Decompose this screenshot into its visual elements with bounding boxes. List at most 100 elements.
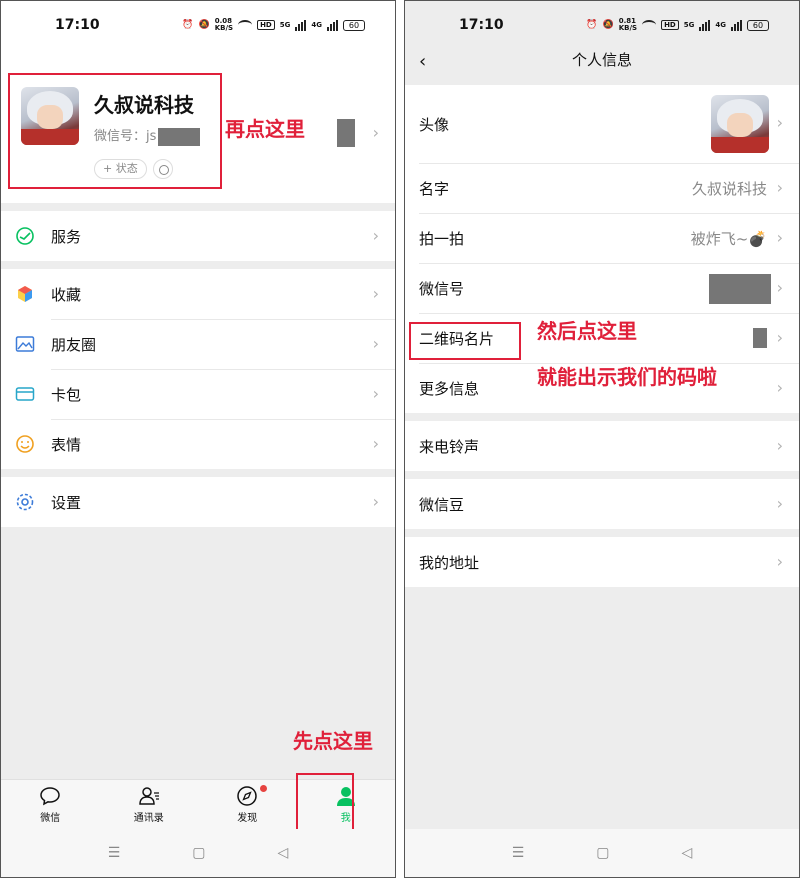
info-row-pat[interactable]: 拍一拍 被炸飞~💣 › (405, 213, 799, 263)
chevron-right-icon: › (776, 178, 783, 197)
menu-item-favorites[interactable]: 收藏 › (1, 269, 395, 319)
row-label: 微信豆 (419, 495, 465, 514)
chat-icon (39, 785, 61, 807)
row-label: 更多信息 (419, 379, 480, 398)
row-label: 我的地址 (419, 553, 480, 572)
menu-item-stickers[interactable]: 表情 › (1, 419, 395, 469)
row-label: 来电铃声 (419, 437, 480, 456)
annotation-line1: 然后点这里 (537, 319, 637, 343)
row-value: 被炸飞~💣 (690, 229, 767, 248)
chevron-right-icon: › (776, 278, 783, 297)
redaction-mask (337, 119, 355, 147)
tab-contacts[interactable]: 通讯录 (100, 780, 199, 829)
chevron-right-icon: › (776, 113, 783, 132)
settings-icon (15, 492, 35, 512)
row-value: 久叔说科技 (691, 179, 767, 198)
tab-label: 通讯录 (133, 813, 164, 824)
signal-4g-label: 4G (715, 20, 726, 29)
wifi-icon (642, 20, 657, 30)
info-group-ringtone: 来电铃声 › (405, 421, 799, 471)
menu-icon[interactable]: ☰ (512, 845, 525, 861)
signal-icon (699, 19, 711, 31)
back-arrow-icon[interactable]: ‹ (419, 51, 426, 72)
signal-icon (295, 19, 307, 31)
menu-label: 卡包 (51, 385, 82, 404)
status-icons: ⏰ 🔕 0.08 KB/S HD 5G 4G 60 (182, 18, 365, 32)
hd-icon: HD (257, 20, 275, 30)
battery-icon: 60 (343, 19, 365, 31)
notification-dot (259, 785, 267, 792)
annotation-step1: 先点这里 (293, 729, 373, 753)
favorites-icon (15, 284, 35, 304)
chevron-right-icon: › (776, 494, 783, 513)
service-icon (15, 226, 35, 246)
alarm-icon: ⏰ (182, 20, 194, 30)
status-time: 17:10 (55, 17, 100, 33)
chevron-right-icon: › (776, 552, 783, 571)
home-icon[interactable]: ▢ (596, 845, 609, 861)
menu-icon[interactable]: ☰ (108, 845, 121, 861)
menu-label: 设置 (51, 493, 82, 512)
status-icons: ⏰ 🔕 0.81 KB/S HD 5G 4G 60 (586, 18, 769, 32)
menu-group-service: 服务 › (1, 211, 395, 261)
tab-discover[interactable]: 发现 (198, 780, 297, 829)
tab-chats[interactable]: 微信 (1, 780, 100, 829)
chevron-right-icon: › (776, 436, 783, 455)
redaction-mask (709, 274, 771, 304)
moments-icon (15, 334, 35, 354)
profile-header[interactable]: 久叔说科技 微信号：js + 状态 › 再点这里 (1, 49, 395, 203)
hd-icon: HD (661, 20, 679, 30)
signal-icon (731, 19, 742, 31)
info-group-address: 我的地址 › (405, 537, 799, 587)
status-bar: 17:10 ⏰ 🔕 0.08 KB/S HD 5G 4G 60 (1, 1, 395, 49)
menu-item-service[interactable]: 服务 › (1, 211, 395, 261)
menu-group-main: 收藏 › 朋友圈 › 卡包 › 表情 › (1, 269, 395, 469)
network-speed: 0.08 KB/S (214, 17, 234, 32)
menu-item-settings[interactable]: 设置 › (1, 477, 395, 527)
left-phone-screen: 17:10 ⏰ 🔕 0.08 KB/S HD 5G 4G 60 久叔说科技 微信号… (0, 0, 396, 878)
info-row-ringtone[interactable]: 来电铃声 › (405, 421, 799, 471)
info-row-beans[interactable]: 微信豆 › (405, 479, 799, 529)
sticker-icon (15, 434, 35, 454)
network-speed: 0.81 KB/S (618, 17, 638, 32)
menu-item-card-wallet[interactable]: 卡包 › (1, 369, 395, 419)
mute-icon: 🔕 (198, 20, 210, 30)
bottom-tab-bar: 微信 通讯录 发现 我 (1, 773, 396, 839)
contacts-icon (138, 785, 160, 807)
back-triangle-icon[interactable]: ◁ (278, 845, 289, 861)
status-time: 17:10 (459, 17, 504, 33)
menu-group-settings: 设置 › (1, 477, 395, 527)
mute-icon: 🔕 (602, 20, 614, 30)
chevron-right-icon: › (372, 123, 379, 142)
info-group-beans: 微信豆 › (405, 479, 799, 529)
info-row-name[interactable]: 名字 久叔说科技 › (405, 163, 799, 213)
signal-icon (327, 19, 338, 31)
row-label: 拍一拍 (419, 229, 465, 248)
row-label: 名字 (419, 179, 450, 198)
alarm-icon: ⏰ (586, 20, 598, 30)
chevron-right-icon: › (776, 378, 783, 397)
chevron-right-icon: › (372, 434, 379, 453)
tab-me[interactable]: 我 (295, 773, 396, 839)
row-label: 头像 (419, 115, 450, 134)
info-row-address[interactable]: 我的地址 › (405, 537, 799, 587)
avatar (711, 95, 769, 153)
page-title: 个人信息 (571, 51, 632, 69)
title-bar: ‹ 个人信息 (405, 49, 799, 77)
system-nav-bar: ☰ ▢ ◁ (1, 829, 395, 877)
discover-icon (236, 785, 258, 807)
home-icon[interactable]: ▢ (192, 845, 205, 861)
chevron-right-icon: › (372, 226, 379, 245)
chevron-right-icon: › (372, 334, 379, 353)
menu-item-moments[interactable]: 朋友圈 › (1, 319, 395, 369)
chevron-right-icon: › (776, 328, 783, 347)
redaction-mask (753, 328, 767, 348)
signal-5g-label: 5G (279, 20, 291, 29)
right-phone-screen: 17:10 ⏰ 🔕 0.81 KB/S HD 5G 4G 60 ‹ 个人信息 头像… (404, 0, 800, 878)
back-triangle-icon[interactable]: ◁ (682, 845, 693, 861)
wifi-icon (238, 20, 253, 30)
info-row-avatar[interactable]: 头像 › (405, 85, 799, 163)
info-row-wechat-id[interactable]: 微信号 › (405, 263, 799, 313)
chevron-right-icon: › (372, 492, 379, 511)
tab-label: 发现 (237, 813, 258, 824)
